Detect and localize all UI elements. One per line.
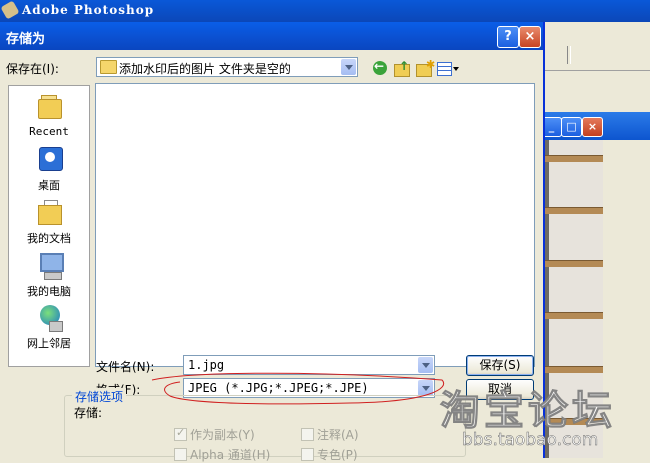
save-in-label: 保存在(I):: [6, 62, 59, 76]
places-bar: Recent 桌面 我的文档 我的电脑 网上邻居: [8, 85, 90, 367]
back-icon[interactable]: [371, 59, 389, 77]
save-label: 存储:: [74, 406, 103, 420]
file-list[interactable]: [95, 83, 535, 367]
place-recent[interactable]: Recent: [9, 94, 89, 144]
chevron-down-icon[interactable]: [341, 59, 356, 75]
as-copy-checkbox[interactable]: [174, 426, 187, 441]
alpha-channel-checkbox[interactable]: [174, 448, 187, 461]
save-as-dialog: 存储为 ? × 保存在(I): 添加水印后的图片 文件夹是空的 ↑ ✱ Rece…: [0, 22, 545, 462]
desktop-icon: [37, 146, 63, 174]
spot-color-checkbox[interactable]: [301, 448, 314, 461]
place-label: 桌面: [38, 179, 60, 192]
cancel-button[interactable]: 取消: [466, 379, 534, 400]
as-copy-label: 作为副本(Y): [190, 428, 255, 442]
place-label: 网上邻居: [27, 337, 71, 350]
photoshop-app-icon: [0, 0, 20, 20]
place-label: 我的电脑: [27, 285, 71, 298]
alpha-channel-label: Alpha 通道(H): [190, 448, 271, 462]
app-title: Adobe Photoshop: [22, 3, 155, 17]
document-titlebar[interactable]: _ □ ×: [541, 112, 650, 140]
help-button[interactable]: ?: [497, 26, 519, 48]
annotations-checkbox[interactable]: [301, 428, 314, 441]
network-places-icon: [37, 304, 63, 332]
place-desktop[interactable]: 桌面: [9, 146, 89, 196]
format-value: JPEG (*.JPG;*.JPEG;*.JPE): [188, 381, 369, 395]
save-button[interactable]: 保存(S): [466, 355, 534, 376]
chevron-down-icon[interactable]: [418, 380, 433, 396]
place-label: 我的文档: [27, 232, 71, 245]
up-folder-icon[interactable]: ↑: [393, 59, 411, 77]
save-in-value: 添加水印后的图片 文件夹是空的: [119, 62, 291, 76]
photoshop-options-bar: [540, 40, 650, 71]
spot-color-label: 专色(P): [317, 448, 358, 462]
filename-input[interactable]: 1.jpg: [183, 355, 435, 375]
folder-icon: [100, 60, 117, 74]
filename-value: 1.jpg: [188, 358, 225, 372]
image-rail: [545, 312, 603, 319]
my-computer-icon: [37, 252, 64, 280]
image-rail: [545, 207, 603, 214]
annotations-label: 注释(A): [317, 428, 359, 442]
background-document-window: _ □ ×: [541, 112, 650, 458]
place-network[interactable]: 网上邻居: [9, 304, 89, 354]
canvas-shadow: [545, 140, 549, 458]
toolbar-separator: [567, 46, 571, 64]
document-canvas[interactable]: [545, 140, 603, 458]
image-rail: [545, 260, 603, 267]
filename-label: 文件名(N):: [96, 360, 155, 374]
place-my-computer[interactable]: 我的电脑: [9, 252, 89, 302]
document-close-button[interactable]: ×: [582, 117, 603, 137]
view-menu-icon[interactable]: [436, 59, 460, 77]
document-maximize-button[interactable]: □: [561, 117, 582, 137]
image-rail: [545, 366, 603, 373]
new-folder-icon[interactable]: ✱: [415, 58, 435, 77]
image-rail: [545, 418, 603, 425]
save-in-dropdown[interactable]: 添加水印后的图片 文件夹是空的: [96, 57, 358, 77]
dialog-titlebar[interactable]: 存储为 ? ×: [0, 22, 543, 50]
document-side-panel: [603, 140, 650, 458]
recent-folder-icon: [37, 94, 63, 122]
dialog-title: 存储为: [6, 32, 46, 47]
close-button[interactable]: ×: [519, 26, 541, 48]
save-options-title: 存储选项: [72, 388, 127, 405]
place-label: Recent: [29, 125, 69, 138]
my-documents-icon: [37, 199, 63, 227]
chevron-down-icon[interactable]: [418, 357, 433, 373]
place-my-documents[interactable]: 我的文档: [9, 199, 89, 249]
photoshop-titlebar: Adobe Photoshop: [0, 0, 650, 22]
image-rail: [545, 155, 603, 162]
